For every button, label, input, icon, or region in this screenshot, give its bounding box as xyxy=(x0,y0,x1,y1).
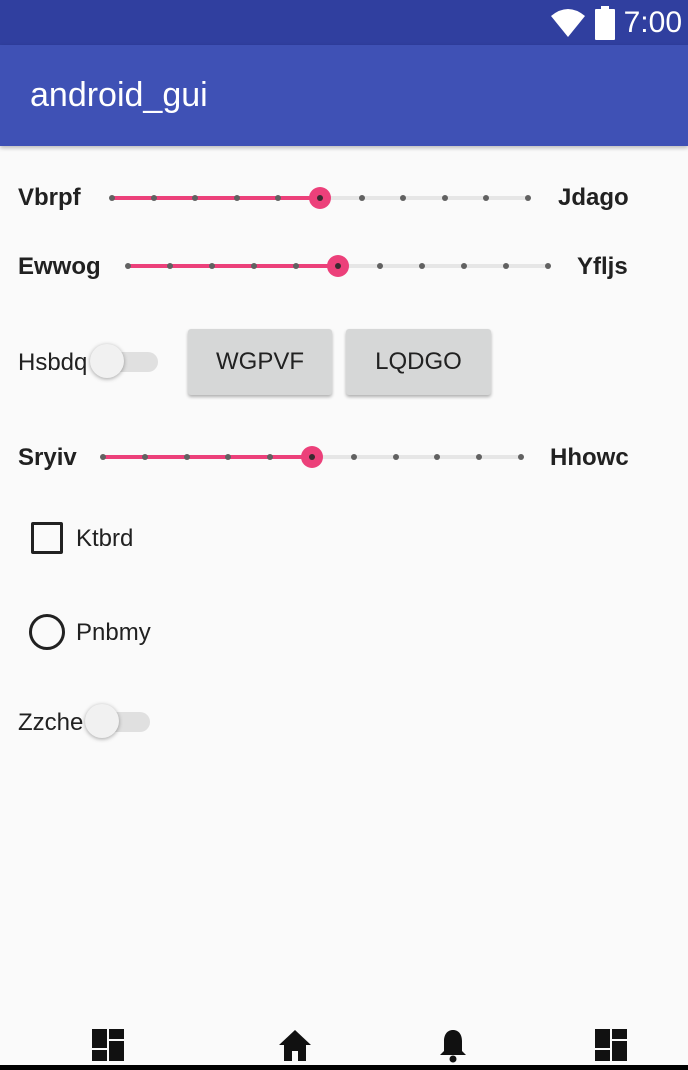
slider-1-left-label: Vbrpf xyxy=(18,184,81,211)
slider-tick xyxy=(545,263,551,269)
slider-tick xyxy=(503,263,509,269)
nav-bottom-line xyxy=(0,1065,688,1070)
checkbox-label: Ktbrd xyxy=(76,525,134,552)
slider-tick xyxy=(350,454,357,460)
slider-tick xyxy=(392,454,399,460)
slider-1-right-label: Jdago xyxy=(558,184,629,211)
slider-tick xyxy=(275,195,282,201)
slider-2[interactable] xyxy=(125,251,551,281)
slider-3-left-label: Sryiv xyxy=(18,444,77,471)
home-icon[interactable] xyxy=(277,1027,313,1063)
slider-tick xyxy=(192,195,199,201)
switch-2-toggle[interactable] xyxy=(85,703,155,739)
pnbmy-radio[interactable] xyxy=(29,614,65,650)
slider-2-left-label: Ewwog xyxy=(18,253,101,280)
slider-fill xyxy=(103,455,312,459)
slider-thumb[interactable] xyxy=(327,255,349,277)
slider-tick xyxy=(483,195,490,201)
slider-tick xyxy=(419,263,425,269)
slider-tick xyxy=(251,263,257,269)
slider-tick xyxy=(518,454,524,460)
slider-tick xyxy=(183,454,190,460)
slider-2-right-label: Yfljs xyxy=(577,253,628,280)
slider-tick xyxy=(293,263,299,269)
slider-tick xyxy=(434,454,441,460)
switch-thumb xyxy=(85,704,119,738)
switch-2-label: Zzche xyxy=(18,709,84,736)
bottom-nav xyxy=(0,1015,688,1070)
slider-tick xyxy=(209,263,215,269)
slider-tick xyxy=(525,195,531,201)
slider-tick xyxy=(100,454,106,460)
switch-thumb xyxy=(90,344,124,378)
slider-fill xyxy=(128,264,338,268)
slider-thumb[interactable] xyxy=(301,446,323,468)
slider-3-right-label: Hhowc xyxy=(550,444,629,471)
slider-tick xyxy=(400,195,407,201)
bell-icon[interactable] xyxy=(435,1027,471,1063)
lqdgo-button[interactable]: LQDGO xyxy=(346,329,491,395)
slider-tick xyxy=(377,263,383,269)
slider-tick xyxy=(125,263,131,269)
slider-tick xyxy=(109,195,115,201)
app-title: android_gui xyxy=(30,76,208,114)
ktbrd-checkbox[interactable] xyxy=(31,522,63,554)
wgpvf-button[interactable]: WGPVF xyxy=(188,329,332,395)
slider-tick xyxy=(167,263,173,269)
slider-1[interactable] xyxy=(109,183,531,213)
wifi-icon xyxy=(550,8,585,37)
status-icons: 7:00 xyxy=(550,0,682,45)
slider-fill xyxy=(112,196,320,200)
slider-tick xyxy=(267,454,274,460)
slider-3[interactable] xyxy=(100,442,524,472)
battery-icon xyxy=(594,5,615,40)
slider-tick xyxy=(233,195,240,201)
slider-thumb[interactable] xyxy=(309,187,331,209)
status-time: 7:00 xyxy=(623,5,682,39)
slider-tick xyxy=(476,454,483,460)
slider-tick xyxy=(461,263,467,269)
slider-tick xyxy=(150,195,157,201)
radio-label: Pnbmy xyxy=(76,619,151,646)
app-bar: android_gui xyxy=(0,45,688,146)
slider-tick xyxy=(141,454,148,460)
switch-1-label: Hsbdq xyxy=(18,349,88,376)
switch-1-toggle[interactable] xyxy=(90,343,160,379)
dashboard-icon[interactable] xyxy=(593,1027,629,1063)
status-bar: 7:00 xyxy=(0,0,688,45)
slider-tick xyxy=(441,195,448,201)
slider-tick xyxy=(358,195,365,201)
slider-tick xyxy=(225,454,232,460)
dashboard-icon[interactable] xyxy=(90,1027,126,1063)
